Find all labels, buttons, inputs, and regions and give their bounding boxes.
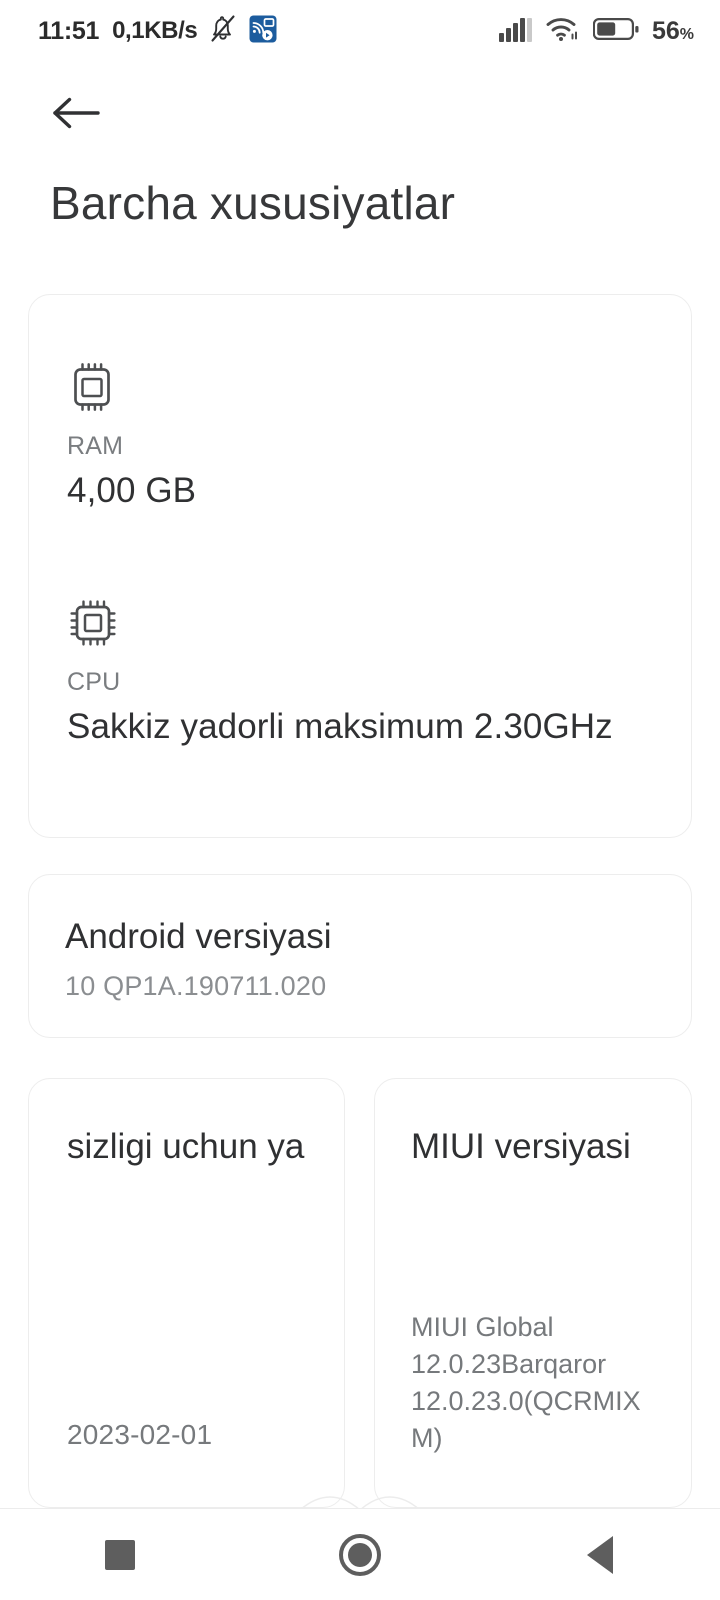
circle-home-icon: [339, 1533, 381, 1576]
navigation-bar: [0, 1508, 720, 1600]
security-patch-title: sizligi uchun ya: [67, 1127, 305, 1166]
status-bar: 11:51 0,1KB/s 56%: [0, 0, 720, 62]
miui-version-card[interactable]: MIUI versiyasi MIUI Global 12.0.23Barqar…: [374, 1078, 692, 1508]
back-button[interactable]: [50, 92, 106, 138]
screen-cast-icon: [249, 15, 277, 48]
miui-version-title: MIUI versiyasi: [411, 1127, 631, 1166]
recents-button[interactable]: [60, 1509, 180, 1600]
back-nav-button[interactable]: [540, 1509, 660, 1600]
ram-label: RAM: [67, 432, 124, 460]
android-version-title: Android versiyasi: [65, 917, 332, 956]
bell-muted-icon: [210, 14, 236, 48]
memory-chip-icon: [67, 361, 196, 418]
page-title: Barcha xususiyatlar: [50, 177, 456, 229]
battery-icon: [592, 16, 639, 47]
status-time: 11:51: [38, 16, 100, 45]
ram-value: 4,00 GB: [67, 471, 197, 510]
android-version-value: 10 QP1A.190711.020: [65, 971, 327, 1001]
triangle-back-icon: [587, 1535, 613, 1574]
navbar-notch-arcs: [299, 1496, 421, 1510]
battery-percent-label: 56%: [652, 17, 694, 46]
percent-symbol: %: [679, 25, 694, 43]
status-bar-left: 11:51 0,1KB/s: [38, 14, 277, 48]
cpu-value: Sakkiz yadorli maksimum 2.30GHz: [67, 707, 613, 746]
android-version-card[interactable]: Android versiyasi 10 QP1A.190711.020: [28, 874, 692, 1038]
cpu-label: CPU: [67, 668, 121, 696]
wifi-icon: [546, 16, 580, 47]
security-patch-card[interactable]: sizligi uchun ya 2023-02-01: [28, 1078, 345, 1508]
battery-percent-value: 56: [651, 16, 680, 45]
ram-spec-block: RAM 4,00 GB: [67, 361, 196, 511]
cpu-spec-block: CPU Sakkiz yadorli maksimum 2.30GHz: [67, 597, 613, 747]
miui-version-value: MIUI Global 12.0.23Barqaror 12.0.23.0(QC…: [411, 1312, 641, 1453]
network-speed-label: 0,1KB/s: [112, 17, 198, 44]
arrow-left-icon: [50, 94, 102, 137]
status-bar-right: 56%: [498, 16, 694, 47]
square-recents-icon: [105, 1539, 135, 1570]
cpu-chip-icon: [67, 597, 613, 654]
cellular-signal-icon: [498, 16, 533, 47]
home-inner-dot: [348, 1542, 372, 1567]
home-button[interactable]: [300, 1509, 420, 1600]
specs-card[interactable]: RAM 4,00 GB CPU Sakkiz yadorli maksimum …: [28, 294, 692, 838]
phone-screen: 11:51 0,1KB/s 56% Barcha xususiyatlar RA…: [0, 0, 720, 1600]
security-patch-value: 2023-02-01: [67, 1419, 213, 1450]
security-patch-title-viewport: sizligi uchun ya: [29, 1127, 344, 1183]
